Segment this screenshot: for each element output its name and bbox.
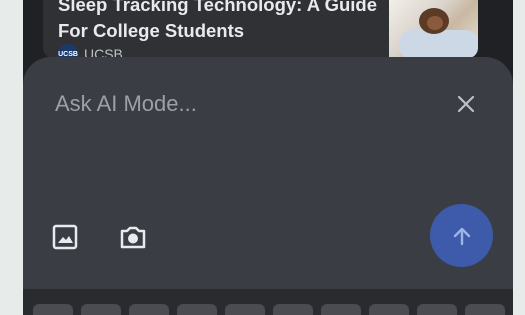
camera-icon (120, 226, 146, 249)
news-title-line-2: For College Students (58, 20, 245, 41)
send-button[interactable] (430, 204, 493, 267)
keyboard-key[interactable] (177, 304, 217, 315)
ai-mode-composer: Ask AI Mode... (23, 57, 513, 289)
source-logo: UCSB (58, 44, 78, 58)
camera-button[interactable] (118, 222, 148, 252)
app-screen: Sleep Tracking Technology: A Guide For C… (23, 0, 513, 315)
keyboard-key[interactable] (273, 304, 313, 315)
news-title[interactable]: Sleep Tracking Technology: A Guide For C… (58, 0, 378, 44)
thumbnail-face (427, 16, 443, 30)
close-icon (457, 95, 475, 113)
news-thumbnail[interactable] (389, 0, 478, 58)
news-title-line-1: Sleep Tracking Technology: A Guide (58, 0, 378, 15)
keyboard-key[interactable] (225, 304, 265, 315)
keyboard-key[interactable] (129, 304, 169, 315)
keyboard-key[interactable] (81, 304, 121, 315)
background-left (0, 0, 23, 315)
arrow-up-icon (453, 227, 470, 245)
news-source: UCSB UCSB (58, 44, 123, 58)
keyboard-key[interactable] (417, 304, 457, 315)
keyboard-key[interactable] (33, 304, 73, 315)
ask-ai-mode-input[interactable]: Ask AI Mode... (55, 91, 197, 117)
keyboard-key[interactable] (321, 304, 361, 315)
image-icon (52, 224, 78, 250)
add-image-button[interactable] (50, 222, 80, 252)
keyboard-key[interactable] (369, 304, 409, 315)
keyboard (23, 289, 513, 315)
thumbnail-blanket (399, 30, 478, 58)
news-card[interactable]: Sleep Tracking Technology: A Guide For C… (43, 0, 478, 58)
keyboard-key[interactable] (465, 304, 505, 315)
close-button[interactable] (453, 91, 479, 117)
background-right (513, 0, 525, 315)
